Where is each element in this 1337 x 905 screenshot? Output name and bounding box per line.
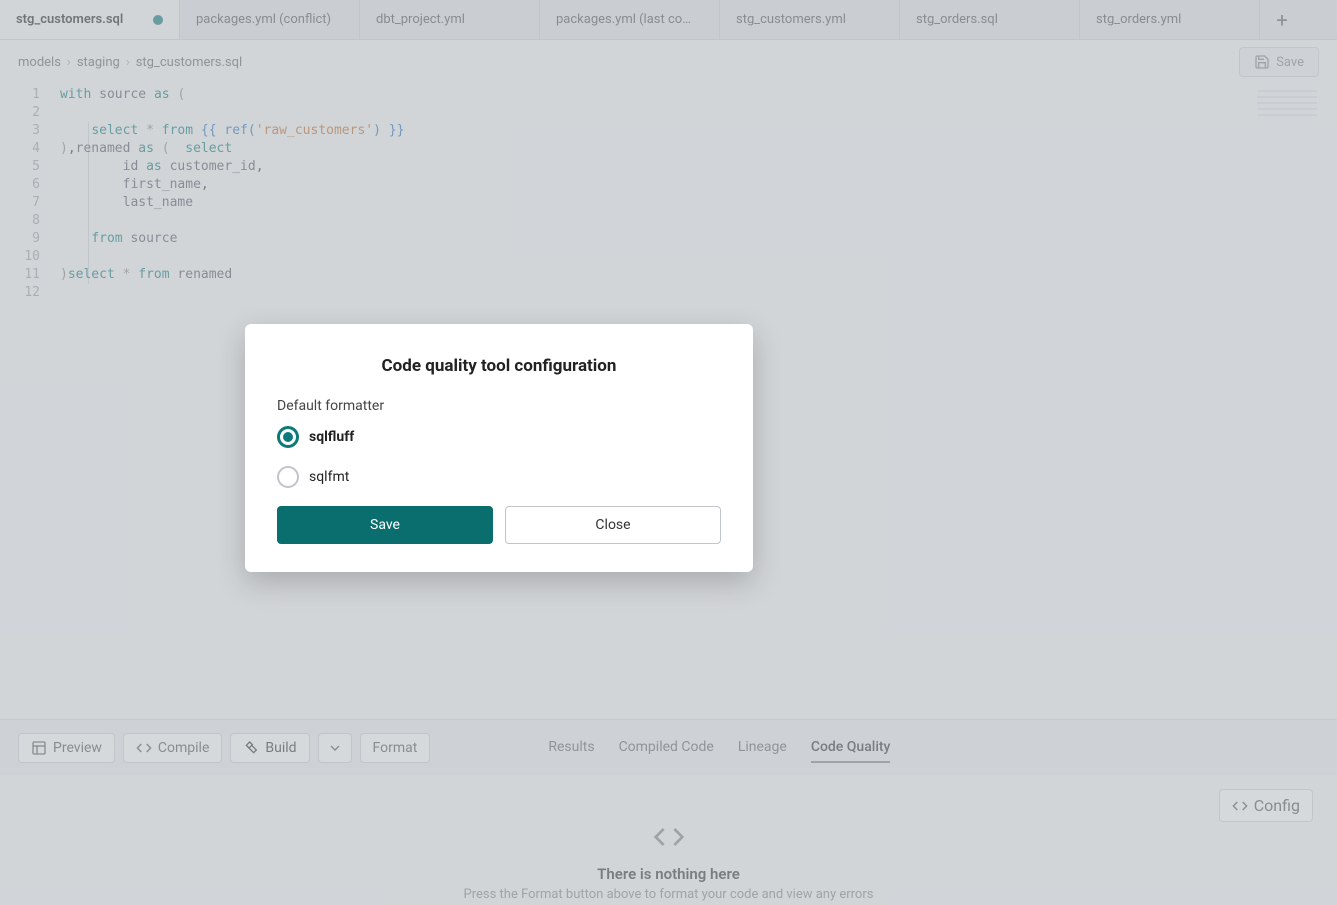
radio-sqlfluff[interactable]: sqlfluff bbox=[277, 426, 721, 448]
radio-label: sqlfmt bbox=[309, 469, 349, 485]
code-quality-config-modal: Code quality tool configuration Default … bbox=[245, 324, 753, 572]
modal-title: Code quality tool configuration bbox=[277, 356, 721, 376]
radio-icon bbox=[277, 466, 299, 488]
radio-icon bbox=[277, 426, 299, 448]
modal-save-button[interactable]: Save bbox=[277, 506, 493, 544]
modal-overlay[interactable]: Code quality tool configuration Default … bbox=[0, 0, 1337, 905]
radio-sqlfmt[interactable]: sqlfmt bbox=[277, 466, 721, 488]
radio-label: sqlfluff bbox=[309, 429, 354, 445]
modal-buttons: Save Close bbox=[277, 506, 721, 544]
modal-field-label: Default formatter bbox=[277, 398, 721, 414]
modal-close-button[interactable]: Close bbox=[505, 506, 721, 544]
